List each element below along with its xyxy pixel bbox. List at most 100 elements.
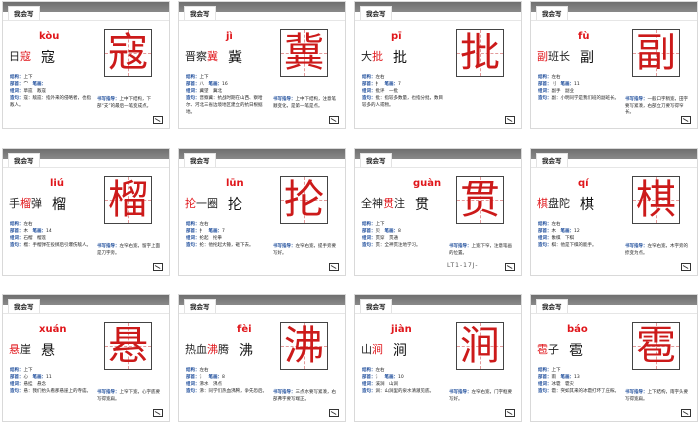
radical-label: 部首： (362, 375, 376, 380)
structure-row: 结构：左右 (186, 221, 268, 228)
structure-label: 结构： (186, 222, 200, 227)
guide-label: 书写指导： (625, 390, 648, 395)
pinyin-label: fù (578, 31, 590, 42)
strokes-label: 笔画： (560, 82, 575, 87)
words-row: 组词：悬挂 悬念 (10, 381, 92, 388)
slide-thumbnail[interactable]: 我会写 晋察冀 jì 冀冀结构：上下 部首：八 笔画：16 组词：冀望 冀北 造句：晋察冀：… (178, 1, 346, 129)
words-value: 悬挂 悬念 (23, 382, 47, 387)
char-info: 结构：上下 部首：贝 笔画：8 组词：贯穿 贯通 造句：贯：全神贯注地学习。 (362, 221, 444, 249)
note-row: 造句：悬：我们抬头看那悬崖上的寺庙。 (10, 388, 92, 395)
model-character: 冀 (284, 30, 324, 76)
guide-label: 书写指导： (273, 97, 296, 102)
guide-label: 书写指导： (97, 244, 120, 249)
slide-thumbnail[interactable]: 我会写 大批 pī 批批结构：左右 部首：扌 笔画：7 组词：批评 一批 造句：批：指较多数… (354, 1, 522, 129)
radical-value: 贝 (375, 229, 381, 234)
example-word: 热血沸腾 (185, 341, 229, 357)
guide-label: 书写指导： (273, 390, 296, 395)
slide-thumbnail[interactable]: 我会写 热血沸腾 fèi 沸沸结构：左右 部首：氵 笔画：8 组词：沸水 沸点 造句：沸：同… (178, 294, 346, 422)
note-value: 涧：山涧里的泉水清澈见底。 (375, 389, 435, 394)
section-tab: 我会写 (8, 153, 40, 168)
section-tab: 我会写 (8, 6, 40, 21)
example-word: 雹子 (537, 341, 559, 357)
word-highlight: 冀 (207, 50, 218, 63)
structure-label: 结构： (538, 222, 552, 227)
slide-link-icon[interactable] (153, 409, 163, 417)
note-value: 棋：他是下棋的能手。 (551, 243, 597, 248)
slide-link-icon[interactable] (681, 409, 691, 417)
note-label: 造句： (186, 243, 200, 248)
section-tab: 我会写 (184, 153, 216, 168)
char-info: 结构：上下 部首：雨 笔画：13 组词：冰雹 雹灾 造句：雹：突如其来的冰雹打坏了庄稼… (538, 367, 620, 395)
structure-value: 上下 (23, 368, 33, 373)
word-highlight: 寇 (20, 50, 31, 63)
slide-link-icon[interactable] (505, 263, 515, 271)
word-prefix: 热血 (185, 343, 207, 356)
structure-row: 结构：左右 (362, 74, 444, 81)
writing-guide: 书写指导：上窄下宽，心字底要写得宽扁。 (97, 390, 163, 403)
slide-thumbnail[interactable]: 我会写 手榴弹 liú 榴榴结构：左右 部首：木 笔画：14 组词：石榴 榴莲 造句：榴：手… (2, 148, 170, 276)
word-highlight: 副 (537, 50, 548, 63)
words-row: 组词：贯穿 贯通 (362, 235, 444, 242)
note-row: 造句：副：小明同学是我们班的副班长。 (538, 95, 620, 102)
tab-divider (355, 167, 521, 168)
radical-row: 部首：木 笔画：14 (10, 228, 92, 235)
slide-thumbnail[interactable]: 我会写 棋盘陀 qí 棋棋结构：左右 部首：木 笔画：12 组词：象棋 下棋 造句：棋：他是… (530, 148, 698, 276)
note-row: 造句：棋：他是下棋的能手。 (538, 242, 620, 249)
slide-link-icon[interactable] (153, 263, 163, 271)
note-label: 造句： (10, 96, 24, 101)
guide-label: 书写指导： (625, 97, 648, 102)
radical-value: 雨 (551, 375, 557, 380)
slide-link-icon[interactable] (329, 409, 339, 417)
strokes-value: 8 (222, 375, 225, 380)
pinyin-label: báo (567, 324, 588, 335)
strokes-value: 11 (46, 375, 52, 380)
words-label: 组词： (186, 236, 200, 241)
radical-label: 部首： (186, 229, 200, 234)
radical-label: 部首： (186, 375, 200, 380)
writing-guide: 书写指导：左窄右宽，提手旁要写好。 (273, 244, 339, 257)
words-value: 冀望 冀北 (199, 89, 223, 94)
slide-thumbnail[interactable]: 我会写 山涧 jiàn 涧涧结构：左右 部首：氵 笔画：10 组词：溪涧 山涧 造句：涧：山… (354, 294, 522, 422)
radical-row: 部首：雨 笔画：13 (538, 374, 620, 381)
word-highlight: 榴 (20, 197, 31, 210)
words-value: 石榴 榴莲 (23, 236, 47, 241)
radical-row: 部首：八 笔画：16 (186, 81, 268, 88)
pinyin-label: fèi (237, 324, 252, 335)
char-copy: 雹 (569, 343, 583, 359)
char-info: 结构：左右 部首：扌 笔画：7 组词：批评 一批 造句：批：指较多数量，也指分批，数目… (362, 74, 444, 109)
note-row: 造句：晋察冀：抗战时期在山西、察哈尔、河北三省边境地区建立的抗日根据地。 (186, 95, 268, 116)
slide-link-icon[interactable] (681, 263, 691, 271)
slide-link-icon[interactable] (505, 409, 515, 417)
guide-label: 书写指导： (97, 97, 120, 102)
words-value: 批评 一批 (375, 89, 399, 94)
char-copy: 沸 (239, 343, 253, 359)
strokes-label: 笔画： (384, 375, 399, 380)
pinyin-label: qí (578, 178, 589, 189)
word-suffix: 一圈 (196, 197, 218, 210)
structure-label: 结构： (186, 75, 200, 80)
pinyin-label: liú (50, 178, 64, 189)
slide-thumbnail[interactable]: 我会写 抡一圈 lūn 抡抡结构：左右 部首：扌 笔画：7 组词：抡起 抡拳 造句：抡：他抡… (178, 148, 346, 276)
slide-link-icon[interactable] (329, 263, 339, 271)
char-copy: 涧 (393, 343, 407, 359)
radical-value: 刂 (551, 82, 557, 87)
word-highlight: 棋 (537, 197, 548, 210)
slide-link-icon[interactable] (153, 116, 163, 124)
section-tab: 我会写 (536, 299, 568, 314)
slide-thumbnail[interactable]: 我会写 日寇 kòu 寇寇结构：上下 部首：宀 笔画： 组词：草寇 敌寇 造句：寇：敌寇：指… (2, 1, 170, 129)
slide-thumbnail[interactable]: 我会写 悬崖 xuán 悬悬结构：上下 部首：心 笔画：11 组词：悬挂 悬念 造句：悬：我… (2, 294, 170, 422)
words-label: 组词： (538, 89, 552, 94)
strokes-label: 笔画： (208, 229, 223, 234)
radical-value: 宀 (23, 82, 29, 87)
note-value: 抡：他抡起大锤，砸下去。 (199, 243, 254, 248)
radical-label: 部首： (538, 229, 552, 234)
model-character: 寇 (108, 30, 148, 76)
slide-link-icon[interactable] (505, 116, 515, 124)
slide-thumbnail[interactable]: 我会写 雹子 báo 雹雹结构：上下 部首：雨 笔画：13 组词：冰雹 雹灾 造句：雹：突如… (530, 294, 698, 422)
slide-thumbnail[interactable]: 我会写 全神贯注 guàn 贯贯结构：上下 部首：贝 笔画：8 组词：贯穿 贯通 造句：贯：… (354, 148, 522, 276)
slide-link-icon[interactable] (681, 116, 691, 124)
section-tab: 我会写 (360, 153, 392, 168)
slide-link-icon[interactable] (329, 116, 339, 124)
slide-thumbnail[interactable]: 我会写 副班长 fù 副副结构：左右 部首：刂 笔画：11 组词：副手 副业 造句：副：小明… (530, 1, 698, 129)
word-suffix: 盘陀 (548, 197, 570, 210)
